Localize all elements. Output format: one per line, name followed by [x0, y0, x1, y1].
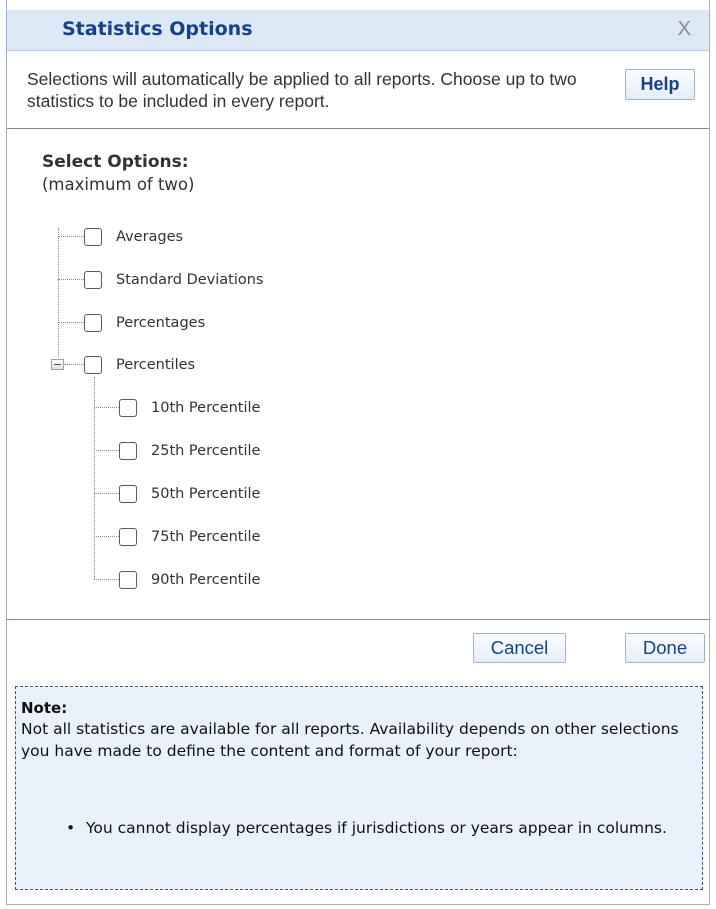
option-label: 25th Percentile [151, 443, 261, 459]
bottom-divider [7, 619, 709, 620]
tree-branch-line [58, 236, 84, 237]
statistics-options-dialog: Statistics Options X Selections will aut… [6, 0, 710, 905]
averages-checkbox[interactable] [84, 228, 102, 246]
option-label: 90th Percentile [151, 572, 261, 588]
option-label: 50th Percentile [151, 486, 261, 502]
percentages-checkbox[interactable] [84, 314, 102, 332]
option-25th-percentile[interactable]: 25th Percentile [119, 440, 260, 462]
option-label: 10th Percentile [151, 400, 261, 416]
help-button[interactable]: Help [625, 69, 695, 100]
option-standard-deviations[interactable]: Standard Deviations [84, 269, 264, 291]
tree-branch-line [58, 279, 84, 280]
cancel-button[interactable]: Cancel [473, 633, 566, 663]
dialog-titlebar[interactable]: Statistics Options X [7, 10, 709, 51]
note-box: Note: Not all statistics are available f… [15, 686, 703, 890]
50th-percentile-checkbox[interactable] [119, 485, 137, 503]
tree-branch-line [94, 450, 119, 451]
standard-deviations-checkbox[interactable] [84, 271, 102, 289]
10th-percentile-checkbox[interactable] [119, 399, 137, 417]
option-label: Percentiles [116, 357, 196, 373]
tree-root-line [58, 228, 59, 357]
option-10th-percentile[interactable]: 10th Percentile [119, 397, 260, 419]
option-50th-percentile[interactable]: 50th Percentile [119, 483, 260, 505]
option-averages[interactable]: Averages [84, 226, 183, 248]
option-label: 75th Percentile [151, 529, 261, 545]
dialog-title: Statistics Options [62, 18, 253, 40]
intro-text: Selections will automatically be applied… [27, 69, 577, 111]
tree-branch-line [64, 364, 84, 365]
select-options-subheading: (maximum of two) [42, 175, 195, 194]
option-percentiles[interactable]: Percentiles [84, 354, 195, 376]
tree-branch-line [58, 322, 84, 323]
note-list: You cannot display percentages if jurisd… [66, 817, 691, 839]
25th-percentile-checkbox[interactable] [119, 442, 137, 460]
option-label: Averages [116, 229, 184, 245]
option-percentages[interactable]: Percentages [84, 312, 205, 334]
tree-branch-line [94, 579, 119, 580]
note-body: Not all statistics are available for all… [21, 720, 679, 760]
option-label: Percentages [116, 315, 206, 331]
percentiles-checkbox[interactable] [84, 356, 102, 374]
collapse-percentiles-icon[interactable] [51, 359, 64, 370]
select-options-heading: Select Options: [42, 152, 189, 172]
top-divider [7, 128, 709, 129]
tree-branch-line [94, 407, 119, 408]
option-75th-percentile[interactable]: 75th Percentile [119, 526, 260, 548]
tree-branch-line [94, 536, 119, 537]
option-90th-percentile[interactable]: 90th Percentile [119, 569, 260, 591]
done-button[interactable]: Done [625, 633, 705, 663]
tree-branch-line [94, 493, 119, 494]
close-icon[interactable]: X [678, 18, 691, 41]
note-title: Note: [21, 699, 68, 717]
90th-percentile-checkbox[interactable] [119, 571, 137, 589]
75th-percentile-checkbox[interactable] [119, 528, 137, 546]
note-bullet: You cannot display percentages if jurisd… [66, 817, 691, 839]
option-label: Standard Deviations [116, 272, 264, 288]
